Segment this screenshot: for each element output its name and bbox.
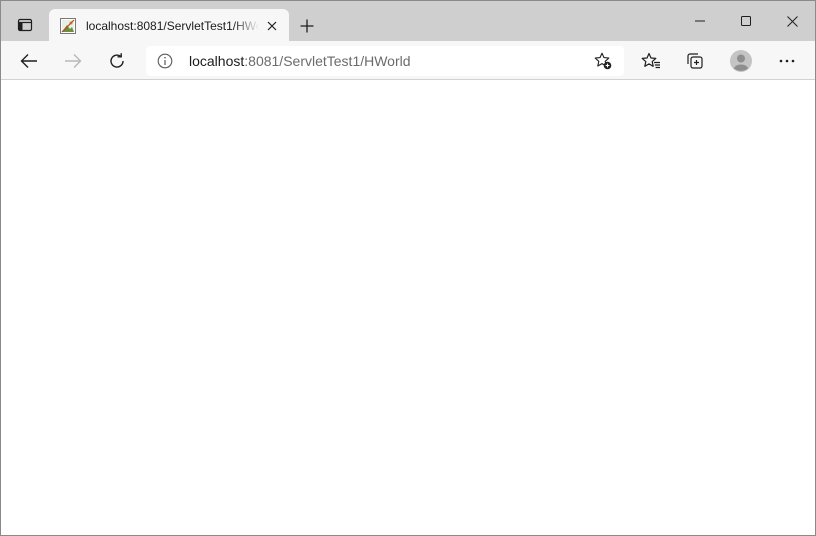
favorites-button[interactable] (635, 45, 667, 77)
tab-actions-button[interactable] (10, 10, 40, 40)
avatar-icon (730, 50, 752, 72)
plus-icon (300, 19, 314, 33)
tab-title: localhost:8081/ServletTest1/HWorld (86, 19, 259, 33)
address-bar[interactable]: localhost:8081/ServletTest1/HWorld (146, 46, 624, 76)
more-button[interactable] (771, 45, 803, 77)
favorites-icon (641, 52, 660, 69)
page-content (1, 81, 815, 535)
refresh-icon (110, 53, 124, 68)
close-window-button[interactable] (769, 5, 815, 37)
profile-button[interactable] (725, 45, 757, 77)
info-icon[interactable] (156, 52, 174, 70)
collections-icon (687, 53, 703, 69)
close-icon[interactable] (263, 17, 281, 35)
maximize-icon (741, 16, 751, 26)
arrow-left-icon (20, 54, 37, 68)
address-url[interactable]: localhost:8081/ServletTest1/HWorld (189, 53, 411, 69)
collections-button[interactable] (679, 45, 711, 77)
maximize-button[interactable] (723, 5, 769, 37)
broken-image-icon (60, 18, 76, 34)
tab-actions-icon (17, 18, 33, 32)
back-button[interactable] (13, 45, 45, 77)
forward-button[interactable] (57, 45, 89, 77)
minimize-button[interactable] (677, 5, 723, 37)
tab-strip: localhost:8081/ServletTest1/HWorld (1, 1, 815, 41)
refresh-button[interactable] (101, 45, 133, 77)
arrow-right-icon (65, 54, 82, 68)
url-host: localhost (189, 53, 245, 69)
minimize-icon (695, 20, 705, 22)
navigation-toolbar: localhost:8081/ServletTest1/HWorld (1, 41, 815, 80)
close-icon (786, 15, 798, 27)
new-tab-button[interactable] (293, 12, 321, 40)
browser-window: localhost:8081/ServletTest1/HWorld local… (0, 0, 816, 536)
star-plus-icon[interactable] (593, 51, 613, 71)
url-path: :8081/ServletTest1/HWorld (244, 53, 411, 69)
active-tab[interactable]: localhost:8081/ServletTest1/HWorld (49, 9, 289, 41)
more-icon (779, 59, 795, 63)
